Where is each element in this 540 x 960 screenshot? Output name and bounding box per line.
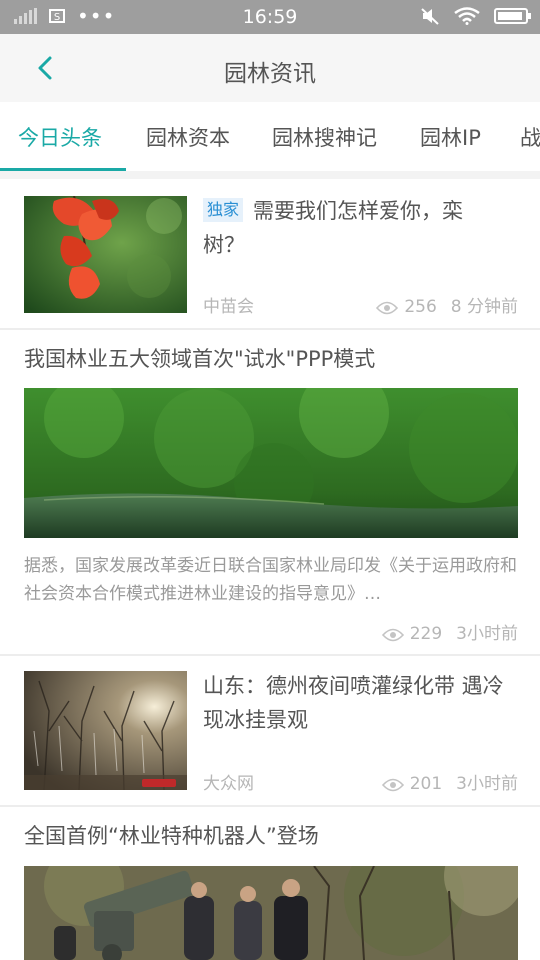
article-thumbnail	[24, 671, 187, 790]
article-thumbnail	[24, 196, 187, 313]
publish-time: 3小时前	[456, 624, 518, 644]
article-source: 中苗会	[203, 297, 254, 317]
tab-garden-capital[interactable]: 园林资本	[146, 122, 230, 152]
article-image	[24, 866, 518, 960]
article-divider	[0, 328, 540, 330]
views-eye-icon	[376, 301, 399, 315]
exclusive-badge: 独家	[203, 198, 244, 222]
article-image	[24, 388, 518, 538]
page-title: 园林资讯	[224, 61, 316, 87]
article-divider	[0, 654, 540, 656]
publish-time: 3小时前	[456, 774, 518, 794]
tab-today-headlines[interactable]: 今日头条	[18, 122, 102, 152]
battery-icon	[494, 8, 531, 24]
view-count: 201	[409, 774, 443, 794]
article-stats: 229 3小时前	[381, 619, 518, 644]
view-count: 229	[409, 624, 443, 644]
article-stats: 256 8 分钟前	[376, 292, 518, 317]
publish-time: 8 分钟前	[450, 297, 518, 317]
article-title: 我国林业五大领域首次"试水"PPP模式	[24, 347, 376, 371]
views-eye-icon	[381, 628, 404, 642]
view-count: 256	[404, 297, 437, 317]
article-title: 山东：德州夜间喷灌绿化带 遇冷现冰挂景观	[203, 674, 504, 732]
tab-more[interactable]: 战	[520, 122, 540, 152]
mute-icon	[421, 8, 439, 25]
article-source: 大众网	[203, 774, 254, 794]
status-right	[420, 7, 531, 25]
article-title: 全国首例“林业特种机器人”登场	[24, 824, 319, 848]
tab-garden-search[interactable]: 园林搜神记	[272, 122, 377, 152]
article-stats: 201 3小时前	[381, 769, 518, 794]
wifi-icon	[454, 7, 480, 25]
article-divider	[0, 805, 540, 807]
article-title-line: 独家 需要我们怎样爱你，栾树？	[203, 194, 503, 262]
views-eye-icon	[381, 778, 404, 792]
category-tabs: 今日头条 园林资本 园林搜神记 园林IP 战	[0, 102, 540, 172]
app-header: 园林资讯	[0, 34, 540, 102]
status-bar: S ••• 16:59	[0, 0, 540, 34]
tabs-divider	[0, 171, 540, 179]
article-summary: 据悉，国家发展改革委近日联合国家林业局印发《关于运用政府和社会资本合作模式推进林…	[24, 556, 517, 604]
tab-garden-ip[interactable]: 园林IP	[420, 122, 481, 152]
